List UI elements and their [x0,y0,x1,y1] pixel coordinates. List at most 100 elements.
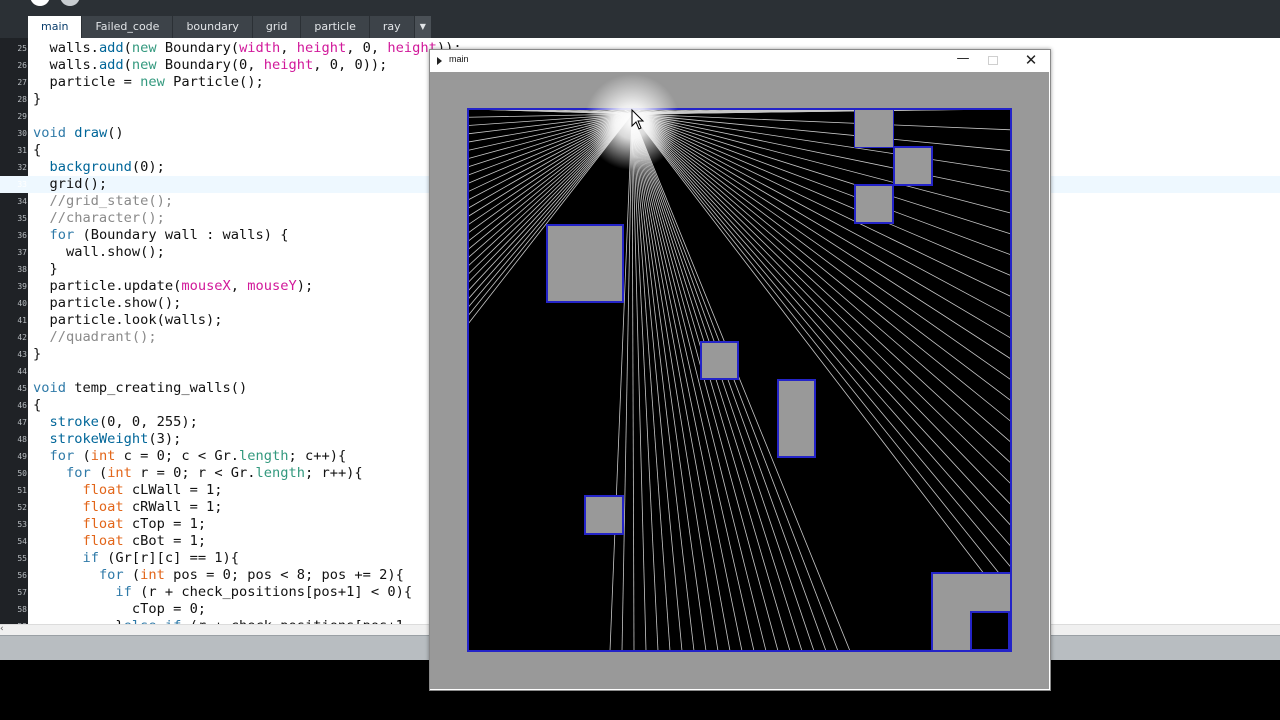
more-tabs-button[interactable]: ▼ [414,16,431,38]
code-token: c = 0; c < Gr. [115,448,240,464]
tab-particle[interactable]: particle [301,16,369,38]
code-text[interactable]: if (Gr[r][c] == 1){ [33,550,239,567]
code-token: { [33,397,42,413]
code-text[interactable]: } [33,261,57,278]
code-token: particle.update( [33,278,182,294]
code-token: Boundary( [156,40,240,56]
code-token: cLWall = 1; [123,482,223,498]
code-text[interactable]: particle = new Particle(); [33,74,263,91]
code-token: particle.look(walls); [33,312,223,328]
tab-ray[interactable]: ray [369,16,414,38]
code-token: , 0, [346,40,388,56]
code-text[interactable]: float cTop = 1; [33,516,206,533]
tab-failed-code[interactable]: Failed_code [82,16,173,38]
wall-block [700,341,739,380]
code-text[interactable]: //quadrant(); [33,329,156,346]
code-text[interactable]: for (Boundary wall : walls) { [33,227,288,244]
close-button[interactable]: ✕ [1024,51,1038,69]
sketch-window[interactable]: main — ✕ [429,49,1051,691]
line-number: 37 [17,248,27,257]
code-text[interactable]: wall.show(); [33,244,165,261]
scroll-left-icon[interactable]: ‹ [0,624,4,634]
code-token: //character(); [33,210,165,226]
line-number: 32 [17,163,27,172]
sketch-title: main [449,54,469,64]
code-text[interactable]: { [33,142,41,159]
code-token: ); [296,278,314,294]
code-token: float [82,533,124,549]
code-text[interactable]: for (int c = 0; c < Gr.length; c++){ [33,448,346,465]
tab-grid[interactable]: grid [252,16,301,38]
line-number: 58 [17,605,27,614]
code-text[interactable]: { [33,397,41,414]
code-text[interactable]: grid(); [33,176,107,193]
line-number: 44 [17,367,27,376]
code-token: } [33,91,42,107]
line-number: 27 [17,78,27,87]
line-number: 51 [17,486,27,495]
code-token: length [239,448,289,464]
line-number: 26 [17,61,27,70]
code-text[interactable]: float cBot = 1; [33,533,206,550]
code-text[interactable]: } [33,91,41,108]
minimize-button[interactable]: — [956,51,970,66]
line-number: 45 [17,384,27,393]
code-text[interactable]: background(0); [33,159,164,176]
code-text[interactable]: void temp_creating_walls() [33,380,247,397]
raycast-scene[interactable] [430,72,1049,689]
tab-main[interactable]: main [28,16,82,38]
code-token: draw [74,125,108,141]
code-token: new [131,57,157,73]
code-token: } [33,346,42,362]
code-token: , [280,40,297,56]
code-token: (Gr[r][c] == 1){ [98,550,240,566]
code-token: stroke [49,414,99,430]
line-number: 42 [17,333,27,342]
code-token: ; r++){ [304,465,363,481]
code-token: height [263,57,314,73]
code-token: int [140,567,165,583]
code-text[interactable]: particle.look(walls); [33,312,223,329]
code-token: for [98,567,124,583]
code-text[interactable]: //grid_state(); [33,193,173,210]
code-token: float [82,482,124,498]
code-token: width [239,40,281,56]
code-text[interactable]: strokeWeight(3); [33,431,181,448]
code-text[interactable]: stroke(0, 0, 255); [33,414,198,431]
code-text[interactable]: float cLWall = 1; [33,482,223,499]
code-token: { [33,142,42,158]
run-button[interactable] [30,0,50,6]
code-token: //grid_state(); [33,193,174,209]
code-token: cRWall = 1; [123,499,223,515]
code-token: , [230,278,248,294]
code-text[interactable]: void draw() [33,125,124,142]
stop-button[interactable] [60,0,80,6]
code-token: (0, 0, 255); [98,414,198,430]
line-number: 39 [17,282,27,291]
code-text[interactable]: for (int r = 0; r < Gr.length; r++){ [33,465,363,482]
code-token: strokeWeight [49,431,149,447]
sketch-title-bar[interactable]: main — ✕ [430,50,1050,72]
code-text[interactable]: particle.update(mouseX, mouseY); [33,278,313,295]
sketch-canvas[interactable] [430,72,1049,689]
code-text[interactable]: } [33,346,41,363]
code-text[interactable]: particle.show(); [33,295,181,312]
code-token: void [33,125,66,141]
code-text[interactable]: cTop = 0; [33,601,206,618]
code-text[interactable]: walls.add(new Boundary(0, height, 0, 0))… [33,57,387,74]
code-token: wall.show(); [33,244,165,260]
code-text[interactable]: walls.add(new Boundary(width, height, 0,… [33,40,461,57]
tab-boundary[interactable]: boundary [173,16,252,38]
code-text[interactable]: if (r + check_positions[pos+1] < 0){ [33,584,412,601]
code-text[interactable]: //character(); [33,210,165,227]
processing-icon [437,57,442,65]
line-number: 48 [17,435,27,444]
maximize-button[interactable] [988,56,998,65]
code-text[interactable]: for (int pos = 0; pos < 8; pos += 2){ [33,567,404,584]
line-number: 43 [17,350,27,359]
code-text[interactable]: float cRWall = 1; [33,499,223,516]
